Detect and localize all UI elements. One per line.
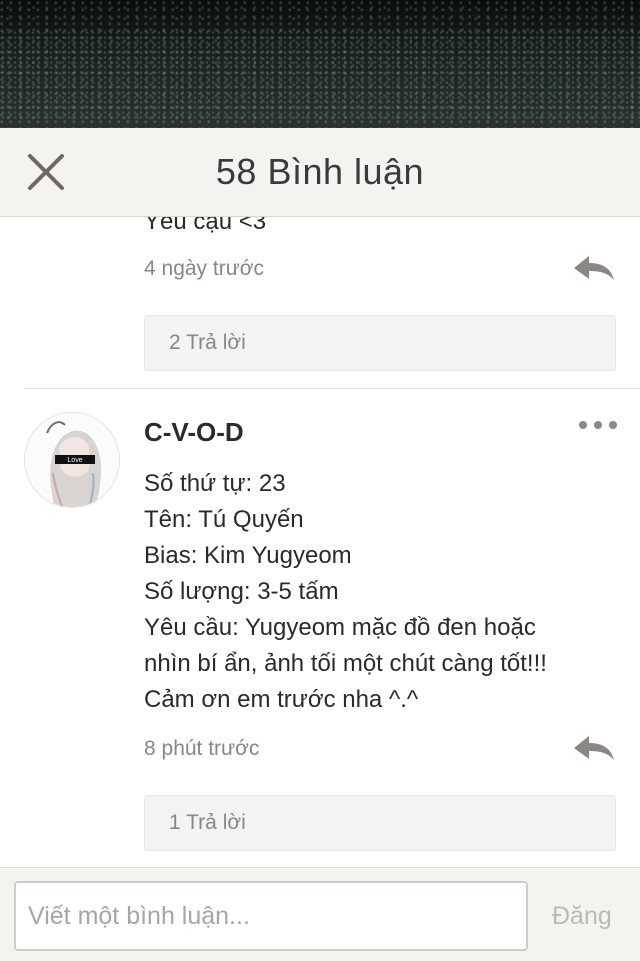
- comment-meta: 4 ngày trước: [144, 249, 616, 289]
- comment-composer: Đăng: [0, 867, 640, 961]
- close-icon: [28, 154, 64, 190]
- comments-sheet: 58 Bình luận Yêu cậu <3 4 ngày trước 2 T…: [0, 128, 640, 961]
- comment-body: Số thứ tự: 23 Tên: Tú Quyến Bias: Kim Yu…: [144, 466, 614, 718]
- comment-timestamp: 4 ngày trước: [144, 257, 265, 280]
- comment-meta: 8 phút trước: [144, 729, 616, 769]
- more-icon[interactable]: [578, 419, 618, 431]
- comment-line: Số lượng: 3-5 tấm: [144, 578, 339, 605]
- avatar[interactable]: Love: [24, 412, 120, 508]
- view-replies-button[interactable]: 1 Trả lời: [144, 795, 616, 851]
- comment-list[interactable]: Yêu cậu <3 4 ngày trước 2 Trả lời Love C…: [0, 217, 640, 867]
- comment-line: Yêu cầu: Yugyeom mặc đồ đen hoặc: [144, 614, 536, 641]
- comment-timestamp: 8 phút trước: [144, 737, 260, 760]
- comment-input[interactable]: [14, 881, 528, 951]
- view-replies-button[interactable]: 2 Trả lời: [144, 315, 616, 371]
- reply-icon[interactable]: [572, 254, 616, 284]
- comment-line: nhìn bí ẩn, ảnh tối một chút càng tốt!!!: [144, 650, 547, 677]
- comments-header: 58 Bình luận: [0, 128, 640, 217]
- comment-text-partial: Yêu cậu <3: [144, 217, 267, 235]
- comment-line: Cảm ơn em trước nha ^.^: [144, 686, 419, 713]
- close-button[interactable]: [24, 150, 68, 194]
- reply-icon[interactable]: [572, 734, 616, 764]
- avatar-badge-text: Love: [67, 457, 82, 464]
- post-button[interactable]: Đăng: [548, 881, 628, 951]
- background-photo-strip: [0, 0, 640, 128]
- avatar-illustration: Love: [25, 413, 119, 507]
- comment-line: Bias: Kim Yugyeom: [144, 542, 352, 569]
- comment-username[interactable]: C-V-O-D: [144, 417, 244, 448]
- page-title: 58 Bình luận: [215, 151, 425, 192]
- comment-line: Tên: Tú Quyến: [144, 506, 304, 533]
- comment-divider: [24, 388, 640, 389]
- comment-line: Số thứ tự: 23: [144, 470, 286, 497]
